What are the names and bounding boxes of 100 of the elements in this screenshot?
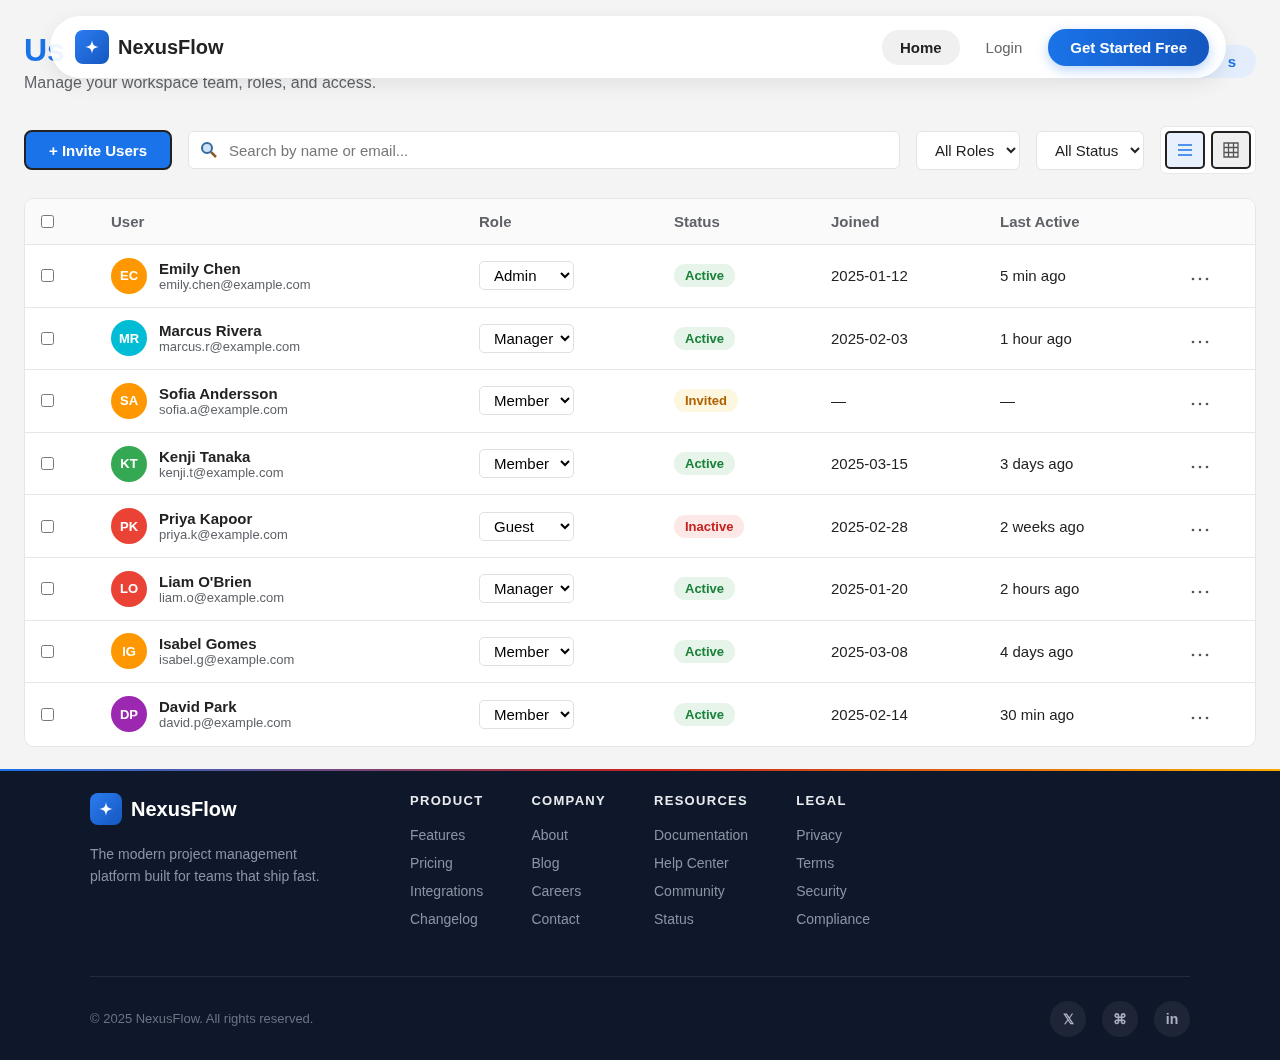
role-dropdown[interactable]: Manager <box>479 574 574 604</box>
ellipsis-icon <box>1191 715 1209 720</box>
footer-link[interactable]: Privacy <box>796 826 871 844</box>
last-active: 2 hours ago <box>1000 580 1080 598</box>
footer-link[interactable]: Integrations <box>410 882 484 900</box>
footer-link[interactable]: Security <box>796 882 871 900</box>
status-badge: Active <box>674 452 736 476</box>
role-dropdown[interactable]: Member <box>479 449 574 479</box>
footer-tagline: The modern project management platform built for teams that ship fast. <box>90 845 321 886</box>
get-started-button[interactable]: Get Started Free <box>1048 28 1209 66</box>
user-name: Liam O'Brien <box>159 572 253 590</box>
copyright: © 2025 NexusFlow. All rights reserved. <box>90 1011 314 1026</box>
user-avatar: IG <box>111 633 147 670</box>
row-checkbox[interactable] <box>41 394 54 408</box>
user-avatar: DP <box>111 696 147 733</box>
last-active: 4 days ago <box>1000 642 1074 660</box>
last-active: 1 hour ago <box>1000 329 1072 347</box>
user-avatar: LO <box>111 570 147 607</box>
social-link[interactable]: ⌘ <box>1102 1000 1138 1037</box>
list-view-icon <box>1177 143 1193 157</box>
user-email: marcus.r@example.com <box>159 339 301 355</box>
user-name: Emily Chen <box>159 259 242 277</box>
footer-link[interactable]: Contact <box>531 910 606 928</box>
sparkle-icon <box>99 802 113 816</box>
column-header: Status <box>674 213 720 230</box>
row-checkbox[interactable] <box>41 269 54 283</box>
user-avatar: EC <box>111 257 147 294</box>
column-header: User <box>111 213 145 230</box>
column-header: Role <box>479 213 512 230</box>
user-email: isabel.g@example.com <box>159 652 295 668</box>
joined-date: — <box>831 392 846 410</box>
footer-link[interactable]: Careers <box>531 882 606 900</box>
filter-dropdown[interactable]: All Roles <box>916 130 1020 170</box>
row-checkbox[interactable] <box>41 457 54 471</box>
user-email: priya.k@example.com <box>159 527 288 543</box>
social-link[interactable]: in <box>1154 1000 1190 1037</box>
last-active: 30 min ago <box>1000 705 1075 723</box>
footer-link[interactable]: About <box>531 826 606 844</box>
row-checkbox[interactable] <box>41 644 54 658</box>
joined-date: 2025-01-12 <box>831 267 908 285</box>
footer-heading: LEGAL <box>796 793 848 808</box>
footer-link[interactable]: Compliance <box>796 910 871 928</box>
page-title: Us <box>24 31 65 70</box>
user-name: Sofia Andersson <box>159 385 279 402</box>
filter-dropdown[interactable]: All Status <box>1036 130 1144 170</box>
search-field[interactable]: Search by name or email... <box>188 131 900 169</box>
footer-link[interactable]: Status <box>654 910 749 928</box>
joined-date: 2025-02-03 <box>831 329 908 347</box>
user-email: kenji.t@example.com <box>159 464 284 480</box>
joined-date: 2025-03-08 <box>831 642 908 660</box>
user-email: liam.o@example.com <box>159 589 285 605</box>
user-email: sofia.a@example.com <box>159 402 288 417</box>
footer-link[interactable]: Features <box>410 826 484 844</box>
footer-link[interactable]: Blog <box>531 854 606 872</box>
row-checkbox[interactable] <box>41 519 54 533</box>
select-all-checkbox[interactable] <box>41 215 54 228</box>
footer-heading: COMPANY <box>531 793 606 808</box>
ellipsis-icon <box>1191 527 1209 532</box>
last-active: 2 weeks ago <box>1000 517 1085 535</box>
joined-date: 2025-02-14 <box>831 705 908 723</box>
footer-link[interactable]: Help Center <box>654 854 749 872</box>
role-dropdown[interactable]: Guest <box>479 511 574 541</box>
role-dropdown[interactable]: Member <box>479 636 574 666</box>
view-button[interactable] <box>1211 131 1251 169</box>
row-checkbox[interactable] <box>41 331 54 345</box>
footer-link[interactable]: Terms <box>796 854 871 872</box>
status-badge: Active <box>674 702 736 726</box>
column-header: Joined <box>831 213 880 230</box>
footer-link[interactable]: Pricing <box>410 854 484 872</box>
footer-heading: PRODUCT <box>410 793 484 808</box>
footer-link[interactable]: Documentation <box>654 826 749 844</box>
grid-view-icon <box>1223 142 1239 158</box>
last-active: 3 days ago <box>1000 455 1074 473</box>
role-dropdown[interactable]: Admin <box>479 261 574 291</box>
user-name: David Park <box>159 698 238 716</box>
ellipsis-icon <box>1191 652 1209 657</box>
sparkle-icon <box>85 40 99 54</box>
row-checkbox[interactable] <box>41 582 54 596</box>
status-badge: Active <box>674 639 736 663</box>
role-dropdown[interactable]: Member <box>479 699 574 729</box>
role-dropdown[interactable]: Manager <box>479 323 574 353</box>
user-name: Priya Kapoor <box>159 510 254 528</box>
page-subtitle: Manage your workspace team, roles, and access. <box>24 74 377 92</box>
user-avatar: SA <box>111 383 147 419</box>
footer-link[interactable]: Community <box>654 882 749 900</box>
status-badge: Active <box>674 326 736 350</box>
invite-users-button[interactable]: + Invite Users <box>24 130 172 170</box>
view-button[interactable] <box>1165 131 1205 169</box>
joined-date: 2025-01-20 <box>831 580 908 598</box>
user-avatar: MR <box>111 320 147 357</box>
row-checkbox[interactable] <box>41 707 54 721</box>
social-link[interactable]: 𝕏 <box>1050 1000 1086 1037</box>
user-name: Kenji Tanaka <box>159 447 252 465</box>
ellipsis-icon <box>1191 590 1209 595</box>
nav-link[interactable]: Home <box>881 29 960 65</box>
footer-link[interactable]: Changelog <box>410 910 484 928</box>
nav-link[interactable]: Login <box>967 29 1041 65</box>
role-dropdown[interactable]: Member <box>479 386 574 416</box>
joined-date: 2025-03-15 <box>831 455 908 473</box>
ellipsis-icon <box>1191 402 1209 407</box>
